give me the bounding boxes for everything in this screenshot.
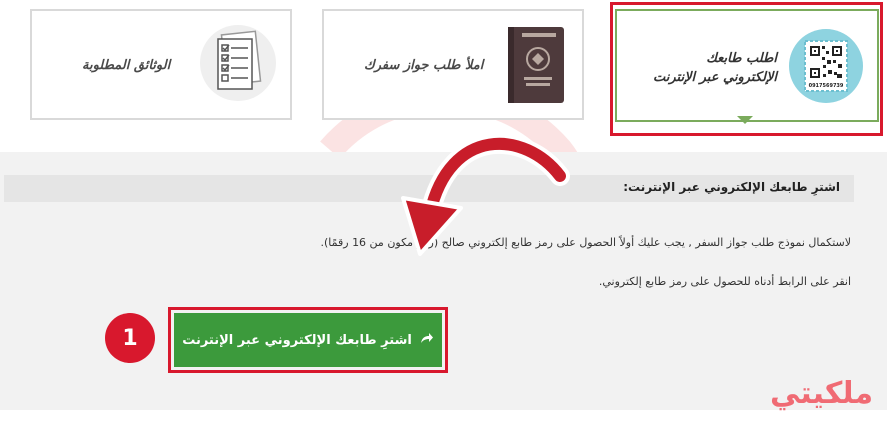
step-title-stamp: اطلب طابعك الإلكتروني عبر الإنترنت bbox=[652, 51, 777, 85]
annotation-arrow-icon bbox=[401, 134, 570, 256]
step-title-documents: الوثائق المطلوبة bbox=[82, 58, 171, 73]
stamp-qr-icon: 0917569739 bbox=[789, 29, 863, 103]
stamp-code-text: 0917569739 bbox=[809, 83, 844, 89]
active-step-pointer bbox=[737, 116, 753, 124]
step-title-passport: املأ طلب جواز سفرك bbox=[364, 58, 484, 73]
buy-stamp-button-label: اشترِ طابعك الإلكتروني عبر الإنترنت bbox=[182, 332, 412, 348]
step-number-badge: 1 bbox=[105, 313, 155, 363]
checklist-icon bbox=[200, 25, 276, 101]
section-heading: اشترِ طابعك الإلكتروني عبر الإنترنت: bbox=[623, 180, 840, 194]
step-card-fill-passport-form[interactable]: املأ طلب جواز سفرك bbox=[322, 9, 584, 120]
brand-logo: ملكيتي bbox=[770, 376, 874, 411]
instruction-paragraph-2: انقر على الرابط أدناه للحصول على رمز طاب… bbox=[598, 275, 851, 288]
step-card-order-stamp[interactable]: 0917569739 اطلب طابعك الإلكتروني عبر الإ… bbox=[615, 9, 879, 122]
buy-stamp-online-button[interactable]: اشترِ طابعك الإلكتروني عبر الإنترنت bbox=[174, 313, 442, 367]
passport-icon bbox=[508, 27, 564, 103]
step-card-required-documents[interactable]: الوثائق المطلوبة bbox=[30, 9, 292, 120]
share-arrow-icon bbox=[420, 332, 434, 348]
